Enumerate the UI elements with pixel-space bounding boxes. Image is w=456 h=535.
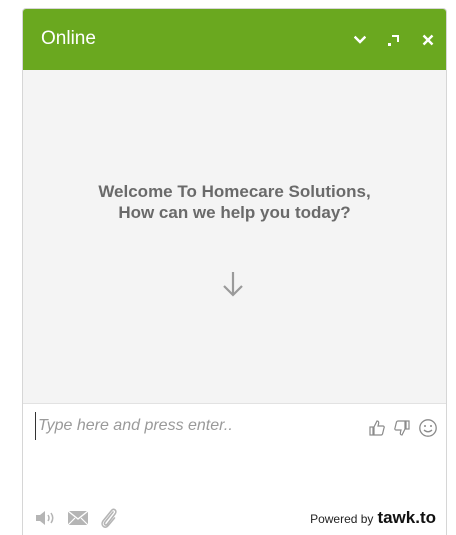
paperclip-icon[interactable] [99, 506, 119, 530]
composer: Powered by tawk.to [23, 403, 446, 535]
composer-tools [35, 506, 119, 530]
thumbs-up-icon[interactable] [368, 419, 386, 437]
brand-link[interactable]: tawk.to [377, 508, 436, 528]
status-label: Online [41, 28, 96, 49]
arrow-down-icon [222, 270, 244, 303]
chat-widget: Online Welcome To Homecare Solutions, Ho… [22, 8, 447, 535]
envelope-icon[interactable] [67, 510, 89, 526]
close-icon[interactable] [420, 32, 436, 48]
chevron-down-icon[interactable] [352, 32, 368, 48]
popout-icon[interactable] [386, 32, 402, 48]
thumbs-down-icon[interactable] [393, 419, 411, 437]
smiley-icon[interactable] [418, 418, 438, 438]
chat-header: Online [23, 9, 446, 70]
powered-by-label: Powered by [310, 512, 374, 526]
speaker-icon[interactable] [35, 509, 57, 527]
message-input[interactable] [35, 412, 335, 440]
welcome-message: Welcome To Homecare Solutions, How can w… [98, 182, 371, 222]
powered-by: Powered by tawk.to [310, 508, 436, 528]
chat-body: Welcome To Homecare Solutions, How can w… [23, 70, 446, 403]
rating-controls [368, 418, 438, 438]
header-controls [352, 29, 436, 51]
